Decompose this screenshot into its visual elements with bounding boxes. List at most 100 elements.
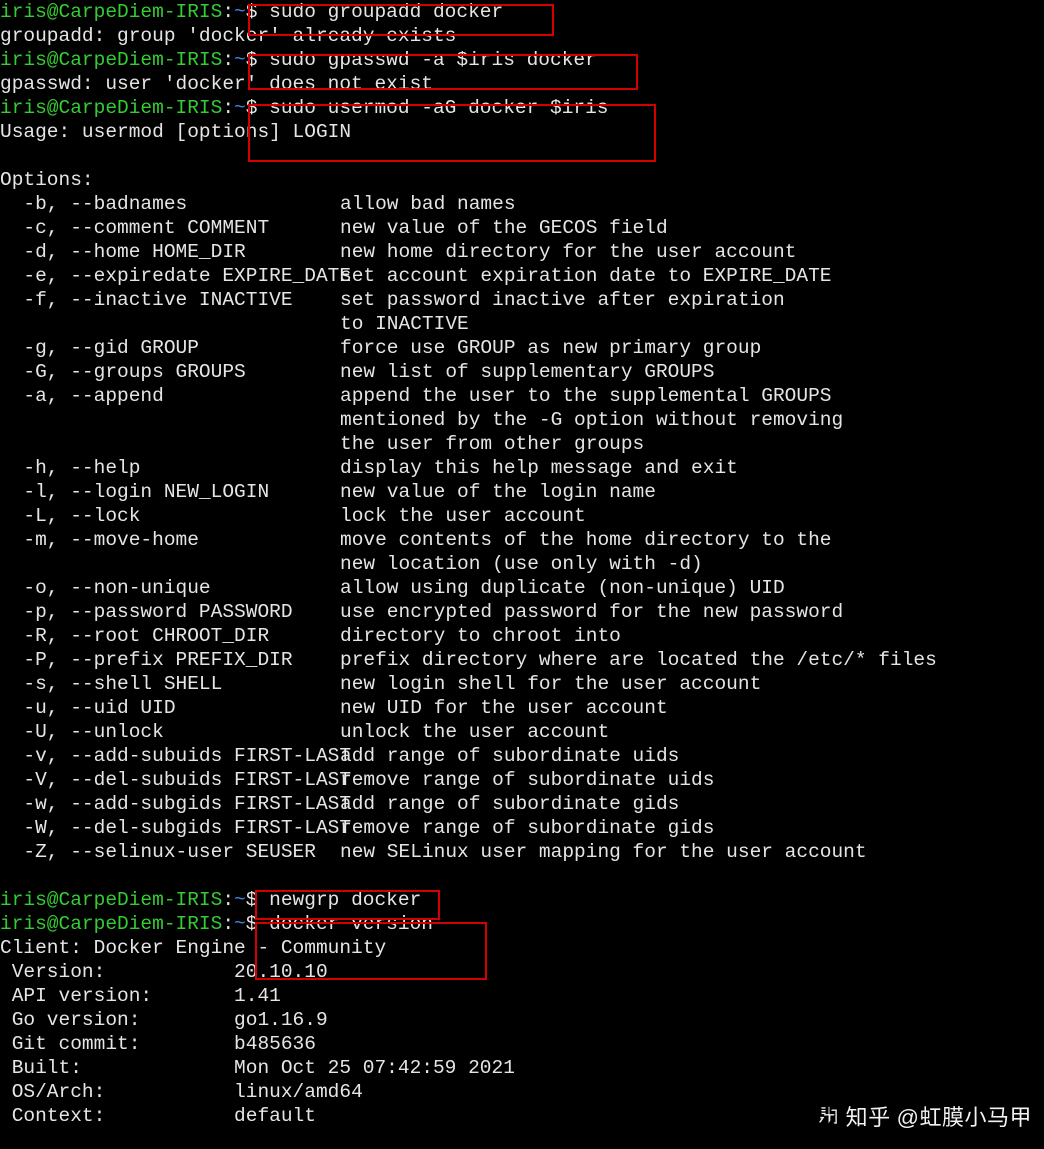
option-flag: -f, --inactive INACTIVE [0, 288, 340, 312]
option-desc: new location (use only with -d) [340, 553, 703, 575]
docker-info-value: b485636 [234, 1033, 316, 1055]
terminal-line: new location (use only with -d) [0, 552, 1044, 576]
option-flag: -w, --add-subgids FIRST-LAST [0, 792, 340, 816]
prompt-sep: : [222, 1, 234, 23]
option-flag: -u, --uid UID [0, 696, 340, 720]
docker-info-key: API version: [0, 985, 234, 1007]
terminal-line: to INACTIVE [0, 312, 1044, 336]
terminal-line: API version: 1.41 [0, 984, 1044, 1008]
option-flag: -l, --login NEW_LOGIN [0, 480, 340, 504]
option-flag: -L, --lock [0, 504, 340, 528]
prompt-dollar: $ [246, 913, 269, 935]
docker-info-value: Mon Oct 25 07:42:59 2021 [234, 1057, 515, 1079]
output-text: groupadd: group 'docker' already exists [0, 25, 456, 47]
output-text: Usage: usermod [options] LOGIN [0, 121, 351, 143]
option-desc: use encrypted password for the new passw… [340, 601, 843, 623]
option-desc: new home directory for the user account [340, 241, 796, 263]
option-flag: -c, --comment COMMENT [0, 216, 340, 240]
terminal-line: Options: [0, 168, 1044, 192]
option-desc: set account expiration date to EXPIRE_DA… [340, 265, 831, 287]
terminal-line: Git commit: b485636 [0, 1032, 1044, 1056]
terminal-line: -p, --password PASSWORDuse encrypted pas… [0, 600, 1044, 624]
terminal-line: -d, --home HOME_DIRnew home directory fo… [0, 240, 1044, 264]
option-flag: -v, --add-subuids FIRST-LAST [0, 744, 340, 768]
terminal-line: -v, --add-subuids FIRST-LASTadd range of… [0, 744, 1044, 768]
option-desc: prefix directory where are located the /… [340, 649, 937, 671]
docker-info-value: linux/amd64 [234, 1081, 363, 1103]
prompt-sep: : [222, 49, 234, 71]
option-flag: -o, --non-unique [0, 576, 340, 600]
docker-info-value: 20.10.10 [234, 961, 328, 983]
option-desc: mentioned by the -G option without remov… [340, 409, 843, 431]
prompt-line: iris@CarpeDiem-IRIS:~$ sudo groupadd doc… [0, 0, 1044, 24]
option-desc: move contents of the home directory to t… [340, 529, 831, 551]
option-desc: add range of subordinate uids [340, 745, 679, 767]
output-text: gpasswd: user 'docker' does not exist [0, 73, 433, 95]
option-desc: new value of the login name [340, 481, 656, 503]
prompt-cwd: ~ [234, 97, 246, 119]
option-desc: remove range of subordinate gids [340, 817, 714, 839]
terminal-line: -a, --appendappend the user to the suppl… [0, 384, 1044, 408]
option-desc: remove range of subordinate uids [340, 769, 714, 791]
option-flag: -W, --del-subgids FIRST-LAST [0, 816, 340, 840]
terminal-line: the user from other groups [0, 432, 1044, 456]
option-flag: -s, --shell SHELL [0, 672, 340, 696]
docker-info-value: 1.41 [234, 985, 281, 1007]
cmd-gpasswd[interactable]: sudo gpasswd -a $iris docker [269, 49, 597, 71]
option-flag: -m, --move-home [0, 528, 340, 552]
terminal-line: -b, --badnamesallow bad names [0, 192, 1044, 216]
option-flag: -Z, --selinux-user SEUSER [0, 840, 340, 864]
terminal-line [0, 144, 1044, 168]
docker-info-value: go1.16.9 [234, 1009, 328, 1031]
terminal-line: -m, --move-homemove contents of the home… [0, 528, 1044, 552]
option-flag: -g, --gid GROUP [0, 336, 340, 360]
terminal-line: -V, --del-subuids FIRST-LASTremove range… [0, 768, 1044, 792]
option-flag: -b, --badnames [0, 192, 340, 216]
terminal-line: -U, --unlockunlock the user account [0, 720, 1044, 744]
option-flag: -d, --home HOME_DIR [0, 240, 340, 264]
option-flag: -h, --help [0, 456, 340, 480]
docker-client-header: Client: Docker Engine - Community [0, 937, 386, 959]
option-desc: new SELinux user mapping for the user ac… [340, 841, 867, 863]
terminal-line: -W, --del-subgids FIRST-LASTremove range… [0, 816, 1044, 840]
docker-info-key: Go version: [0, 1009, 234, 1031]
docker-info-key: Built: [0, 1057, 234, 1079]
option-desc: new UID for the user account [340, 697, 668, 719]
option-flag: -e, --expiredate EXPIRE_DATE [0, 264, 340, 288]
terminal-line: -h, --helpdisplay this help message and … [0, 456, 1044, 480]
terminal-line: -P, --prefix PREFIX_DIRprefix directory … [0, 648, 1044, 672]
option-flag: -V, --del-subuids FIRST-LAST [0, 768, 340, 792]
terminal-line: -w, --add-subgids FIRST-LASTadd range of… [0, 792, 1044, 816]
prompt-cwd: ~ [234, 1, 246, 23]
terminal-line [0, 864, 1044, 888]
prompt-user-host: iris@CarpeDiem-IRIS [0, 97, 222, 119]
terminal-line: -f, --inactive INACTIVEset password inac… [0, 288, 1044, 312]
cmd-usermod[interactable]: sudo usermod -aG docker $iris [269, 97, 608, 119]
terminal-line: Usage: usermod [options] LOGIN [0, 120, 1044, 144]
prompt-dollar: $ [246, 1, 269, 23]
prompt-dollar: $ [246, 97, 269, 119]
terminal-line: -G, --groups GROUPSnew list of supplemen… [0, 360, 1044, 384]
cmd-newgrp[interactable]: newgrp docker [269, 889, 421, 911]
prompt-sep: : [222, 889, 234, 911]
option-desc: new login shell for the user account [340, 673, 761, 695]
docker-info-value: default [234, 1105, 316, 1127]
cmd-groupadd[interactable]: sudo groupadd docker [269, 1, 503, 23]
prompt-dollar: $ [246, 49, 269, 71]
option-desc: directory to chroot into [340, 625, 621, 647]
docker-info-key: Git commit: [0, 1033, 234, 1055]
terminal-line: -Z, --selinux-user SEUSERnew SELinux use… [0, 840, 1044, 864]
prompt-user-host: iris@CarpeDiem-IRIS [0, 49, 222, 71]
option-desc: allow bad names [340, 193, 516, 215]
prompt-sep: : [222, 913, 234, 935]
prompt-line: iris@CarpeDiem-IRIS:~$ docker version [0, 912, 1044, 936]
cmd-docker-version[interactable]: docker version [269, 913, 433, 935]
terminal-line: -s, --shell SHELLnew login shell for the… [0, 672, 1044, 696]
option-desc: add range of subordinate gids [340, 793, 679, 815]
prompt-user-host: iris@CarpeDiem-IRIS [0, 889, 222, 911]
terminal-line: groupadd: group 'docker' already exists [0, 24, 1044, 48]
prompt-dollar: $ [246, 889, 269, 911]
option-flag: -a, --append [0, 384, 340, 408]
terminal-line: -o, --non-uniqueallow using duplicate (n… [0, 576, 1044, 600]
option-desc: unlock the user account [340, 721, 609, 743]
